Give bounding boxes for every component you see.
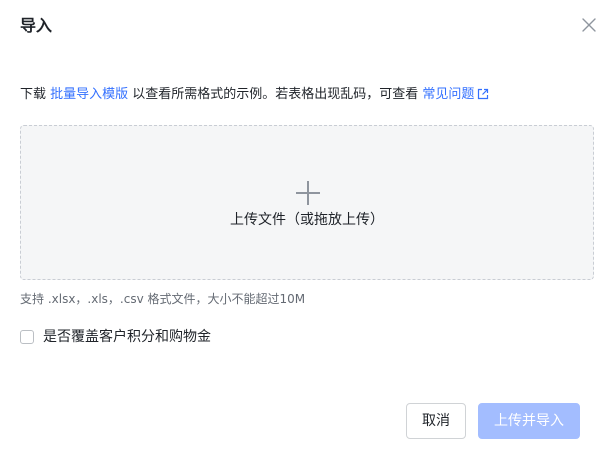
template-download-link[interactable]: 批量导入模版 — [50, 87, 128, 102]
external-link-icon — [477, 87, 489, 107]
faq-link[interactable]: 常见问题 — [422, 87, 489, 102]
overwrite-points-option[interactable]: 是否覆盖客户积分和购物金 — [20, 327, 211, 347]
import-dialog: 导入 下载 批量导入模版 以查看所需格式的示例。若表格出现乱码，可查看 常见问题… — [0, 0, 614, 452]
dialog-title: 导入 — [20, 16, 53, 35]
faq-link-label: 常见问题 — [422, 87, 475, 102]
cancel-button[interactable]: 取消 — [406, 403, 466, 439]
hint-middle: 以查看所需格式的示例。若表格出现乱码，可查看 — [128, 87, 423, 102]
upload-dropzone[interactable]: 上传文件（或拖放上传） — [20, 125, 594, 280]
download-hint: 下载 批量导入模版 以查看所需格式的示例。若表格出现乱码，可查看 常见问题 — [20, 85, 489, 107]
plus-icon — [296, 181, 320, 205]
hint-prefix: 下载 — [20, 87, 51, 102]
upload-import-button[interactable]: 上传并导入 — [478, 403, 580, 439]
overwrite-points-label: 是否覆盖客户积分和购物金 — [43, 329, 211, 345]
file-support-note: 支持 .xlsx，.xls，.csv 格式文件，大小不能超过10M — [20, 292, 306, 306]
overwrite-points-checkbox[interactable] — [20, 330, 34, 344]
upload-label: 上传文件（或拖放上传） — [230, 212, 384, 228]
close-icon[interactable] — [580, 16, 598, 34]
